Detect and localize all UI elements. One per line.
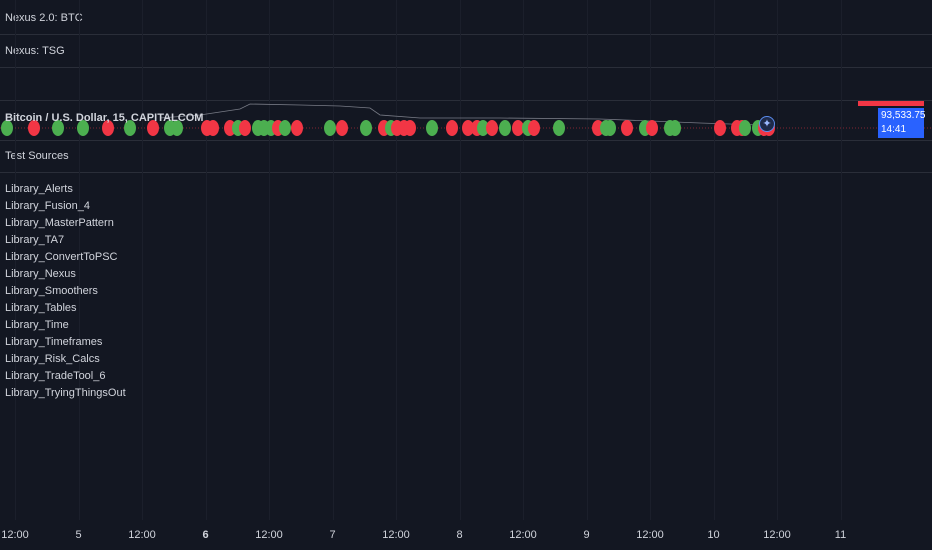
pane-title-nexus-tsg[interactable]: Nexus: TSG [5, 45, 65, 57]
grid-line [459, 0, 461, 520]
bull-signal-dot [324, 120, 336, 136]
library-list: Library_Alerts Library_Fusion_4 Library_Ma… [5, 181, 126, 402]
library-item: Library_Alerts [5, 183, 73, 195]
grid-line [586, 0, 588, 520]
library-item: Library_TryingThingsOut [5, 387, 126, 399]
bear-signal-dot [446, 120, 458, 136]
time-axis-tick: 12:00 [128, 529, 156, 541]
time-axis-tick: 12:00 [382, 529, 410, 541]
pane-nexus-tsg: Nexus: TSG [0, 35, 932, 68]
grid-line [777, 0, 778, 520]
bear-signal-dot [486, 120, 498, 136]
grid-line [269, 0, 270, 520]
time-axis-tick: 12:00 [1, 529, 29, 541]
bull-signal-dot [499, 120, 511, 136]
library-item: Library_TA7 [5, 234, 65, 246]
time-axis-tick: 11 [834, 529, 847, 541]
grid-line [650, 0, 651, 520]
bear-signal-dot [404, 120, 416, 136]
bear-signal-dot [336, 120, 348, 136]
current-price: 93,533.75 [881, 110, 926, 121]
grid-line [142, 0, 143, 520]
bull-signal-dot [553, 120, 565, 136]
bear-signal-dot [714, 120, 726, 136]
time-axis-tick: 12:00 [255, 529, 283, 541]
price-scale-label: 93,533.75 14:41 [878, 108, 926, 138]
bull-signal-dot [279, 120, 291, 136]
time-axis-tick: 12:00 [636, 529, 664, 541]
time-axis-tick: 5 [75, 529, 82, 541]
time-axis-tick: 6 [202, 529, 209, 541]
bear-signal-dot [207, 120, 219, 136]
library-item: Library_Timeframes [5, 336, 103, 348]
pane-title-nexus-btc[interactable]: Nexus 2.0: BTC [5, 12, 83, 24]
grid-line [840, 0, 842, 520]
time-axis-tick: 12:00 [763, 529, 791, 541]
grid-line [205, 0, 207, 520]
indicator-badge-icon[interactable]: ✦ [759, 116, 775, 132]
time-axis[interactable]: 12:00 5 12:00 6 12:00 7 12:00 8 12:00 9 12:00 10 12:… [0, 520, 932, 550]
library-item: Library_Nexus [5, 268, 76, 280]
time-axis-tick: 7 [329, 529, 336, 541]
bull-signal-dot [360, 120, 372, 136]
symbol-title[interactable]: Bitcoin / U.S. Dollar, 15, CAPITALCOM [5, 112, 203, 124]
library-item: Library_Time [5, 319, 69, 331]
library-item: Library_Risk_Calcs [5, 353, 100, 365]
grid-line [396, 0, 397, 520]
library-item: Library_ConvertToPSC [5, 251, 118, 263]
library-item: Library_Smoothers [5, 285, 98, 297]
bull-signal-dot [739, 120, 751, 136]
library-item: Library_Fusion_4 [5, 200, 90, 212]
bar-countdown: 14:41 [881, 124, 907, 135]
pane-nexus-btc: Nexus 2.0: BTC [0, 0, 932, 35]
bull-signal-dot [426, 120, 438, 136]
bear-signal-dot [239, 120, 251, 136]
bear-signal-dot [291, 120, 303, 136]
bull-signal-dot [669, 120, 681, 136]
time-axis-tick: 10 [707, 529, 720, 541]
bear-signal-dot [528, 120, 540, 136]
bull-signal-dot [604, 120, 616, 136]
time-axis-tick: 9 [583, 529, 590, 541]
grid-line [332, 0, 334, 520]
price-red-tag [858, 101, 924, 106]
library-item: Library_TradeTool_6 [5, 370, 106, 382]
pane-test-sources: Test Sources [0, 141, 932, 173]
library-item: Library_MasterPattern [5, 217, 114, 229]
pane-empty [0, 68, 932, 101]
grid-line [523, 0, 524, 520]
time-axis-tick: 12:00 [509, 529, 537, 541]
bear-signal-dot [646, 120, 658, 136]
grid-line [713, 0, 715, 520]
time-axis-tick: 8 [456, 529, 463, 541]
bear-signal-dot [621, 120, 633, 136]
library-item: Library_Tables [5, 302, 77, 314]
